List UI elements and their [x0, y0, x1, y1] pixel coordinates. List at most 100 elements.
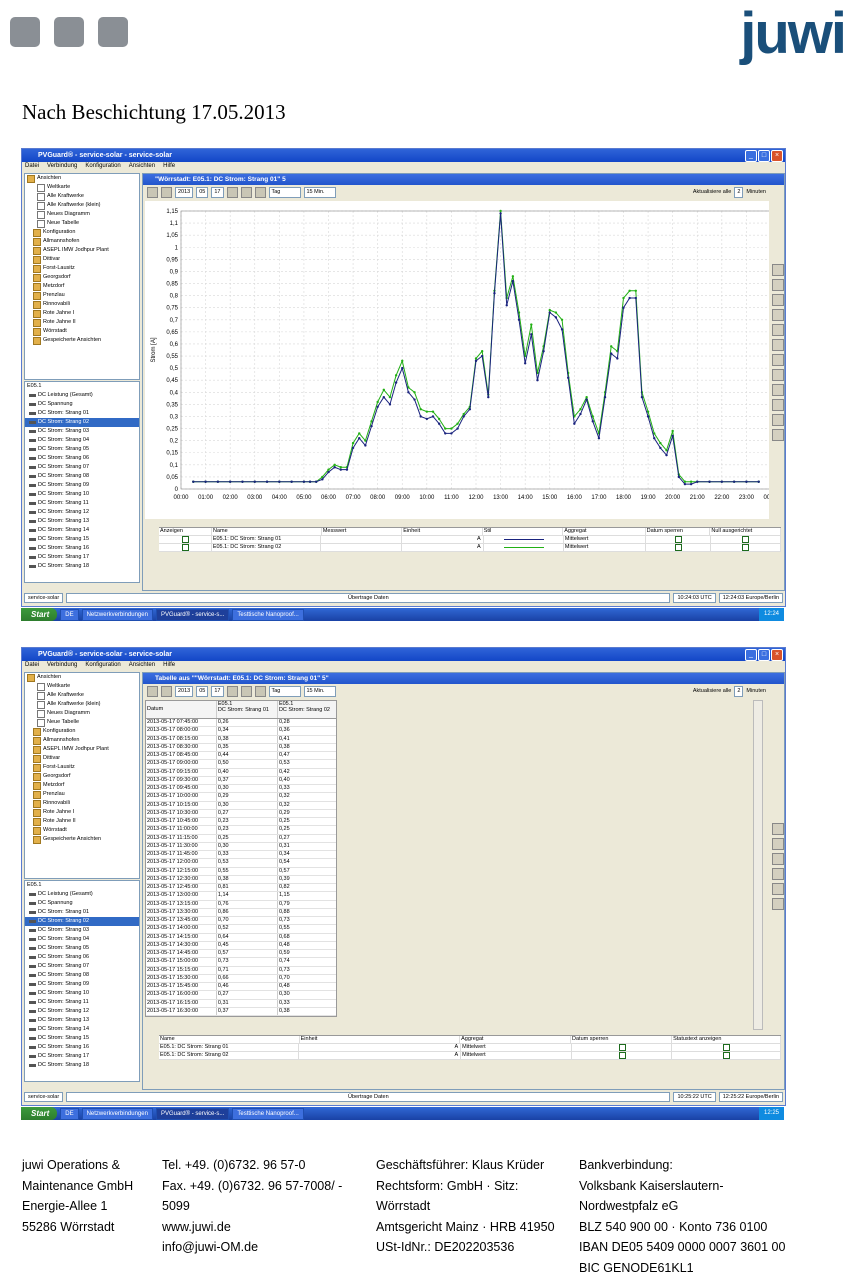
menu-verbindung[interactable]: Verbindung — [47, 162, 77, 171]
table-row[interactable]: 2013-05-17 11:45:00 0,33 0,34 — [146, 851, 336, 860]
tree-item[interactable]: ASEPL IMW Jodhpur Plant — [25, 745, 139, 754]
series-item[interactable]: DC Strom: Strang 07 — [25, 962, 139, 971]
tree-item[interactable]: Wörrstadt — [25, 826, 139, 835]
series-item[interactable]: DC Strom: Strang 01 — [25, 908, 139, 917]
tree-item[interactable]: Alle Kraftwerke (klein) — [25, 201, 139, 210]
tree-item[interactable]: Allmannshofen — [25, 736, 139, 745]
year-field[interactable]: 2013 — [175, 186, 194, 198]
footer-link[interactable]: info@juwi-OM.de — [162, 1237, 367, 1258]
menu-ansichten[interactable]: Ansichten — [129, 661, 155, 670]
series-item[interactable]: DC Strom: Strang 11 — [25, 998, 139, 1007]
calendar-icon[interactable] — [254, 685, 266, 697]
task-pvguard[interactable]: PVGuard® - service-s... — [155, 1107, 230, 1120]
start-button[interactable]: Start — [21, 1107, 58, 1120]
col-strang-02[interactable]: E05.1 DC Strom: Strang 02 — [278, 701, 336, 718]
table-row[interactable]: 2013-05-17 10:00:00 0,29 0,32 — [146, 793, 336, 802]
menu-verbindung[interactable]: Verbindung — [47, 661, 77, 670]
tree-item[interactable]: Rinnovabili — [25, 300, 139, 309]
tree-item[interactable]: Weltkarte — [25, 183, 139, 192]
zero-align-checkbox[interactable] — [742, 536, 750, 543]
status-text-checkbox[interactable] — [723, 1052, 731, 1059]
month-field[interactable]: 05 — [196, 685, 209, 697]
server-indicator[interactable]: service-solar — [24, 1092, 64, 1102]
table-row[interactable]: 2013-05-17 11:15:00 0,25 0,27 — [146, 834, 336, 843]
series-item[interactable]: DC Strom: Strang 16 — [25, 544, 139, 553]
series-item[interactable]: DC Strom: Strang 04 — [25, 935, 139, 944]
lock-date-checkbox[interactable] — [674, 544, 682, 551]
series-item[interactable]: DC Strom: Strang 09 — [25, 980, 139, 989]
series-item[interactable]: DC Strom: Strang 17 — [25, 1052, 139, 1061]
lock-date-checkbox[interactable] — [618, 1044, 626, 1051]
print-icon[interactable] — [161, 186, 172, 198]
series-item[interactable]: DC Strom: Strang 10 — [25, 989, 139, 998]
table-row[interactable]: 2013-05-17 15:45:00 0,46 0,48 — [146, 983, 336, 992]
print-icon[interactable] — [161, 685, 172, 697]
axis-icon[interactable] — [772, 369, 784, 381]
legend-row[interactable]: E05.1: DC Strom: Strang 02 A Mittelwert — [159, 544, 782, 552]
tree-item[interactable]: Weltkarte — [25, 682, 139, 691]
menu-konfiguration[interactable]: Konfiguration — [85, 162, 120, 171]
tree-item[interactable]: Rote Jahne II — [25, 817, 139, 826]
legend-row[interactable]: E05.1: DC Strom: Strang 02 A Mittelwert — [159, 1052, 781, 1060]
table-row[interactable]: 2013-05-17 12:30:00 0,38 0,39 — [146, 875, 336, 884]
menu-datei[interactable]: Datei — [25, 162, 39, 171]
export-icon[interactable] — [772, 339, 784, 351]
print-icon[interactable] — [772, 279, 784, 291]
tree-item[interactable]: Alle Kraftwerke — [25, 691, 139, 700]
check-icon[interactable] — [226, 186, 238, 198]
series-item[interactable]: DC Strom: Strang 16 — [25, 1043, 139, 1052]
tree-item[interactable]: Konfiguration — [25, 228, 139, 237]
save-icon[interactable] — [772, 823, 784, 835]
lock-date-checkbox[interactable] — [674, 536, 682, 543]
interval-select[interactable]: 15 Min. — [303, 186, 336, 198]
series-item[interactable]: DC Strom: Strang 13 — [25, 1016, 139, 1025]
series-item[interactable]: DC Strom: Strang 04 — [25, 436, 139, 445]
series-item[interactable]: DC Strom: Strang 06 — [25, 454, 139, 463]
task-network[interactable]: Netzwerkverbindungen — [81, 608, 153, 621]
copy-icon[interactable] — [772, 294, 784, 306]
check-icon[interactable] — [226, 685, 238, 697]
tree-item[interactable]: Dittivar — [25, 255, 139, 264]
tree-item[interactable]: Rote Jahne I — [25, 309, 139, 318]
series-item[interactable]: DC Strom: Strang 02 — [25, 917, 139, 926]
table-row[interactable]: 2013-05-17 14:15:00 0,64 0,68 — [146, 933, 336, 942]
tree-item[interactable]: Metzdorf — [25, 781, 139, 790]
table-row[interactable]: 2013-05-17 13:30:00 0,86 0,88 — [146, 908, 336, 917]
tree-item[interactable]: Ansichten — [25, 174, 139, 183]
col-datum[interactable]: Datum — [146, 701, 217, 718]
legend-row[interactable]: E05.1: DC Strom: Strang 01 A Mittelwert — [159, 1044, 781, 1052]
save-icon[interactable] — [772, 264, 784, 276]
table-row[interactable]: 2013-05-17 08:45:00 0,44 0,47 — [146, 752, 336, 761]
table-row[interactable]: 2013-05-17 11:30:00 0,30 0,31 — [146, 842, 336, 851]
series-item[interactable]: DC Strom: Strang 13 — [25, 517, 139, 526]
series-item[interactable]: DC Strom: Strang 14 — [25, 526, 139, 535]
series-item[interactable]: DC Spannung — [25, 400, 139, 409]
show-checkbox[interactable] — [181, 544, 189, 551]
table-row[interactable]: 2013-05-17 15:00:00 0,73 0,74 — [146, 958, 336, 967]
table-row[interactable]: 2013-05-17 16:00:00 0,27 0,30 — [146, 991, 336, 1000]
chart-icon[interactable] — [772, 354, 784, 366]
tree-item[interactable]: ASEPL IMW Jodhpur Plant — [25, 246, 139, 255]
maximize-button[interactable]: □ — [758, 150, 770, 162]
export-icon[interactable] — [772, 883, 784, 895]
tree-item[interactable]: Neues Diagramm — [25, 210, 139, 219]
tree-item[interactable]: Ansichten — [25, 673, 139, 682]
tree-item[interactable]: Gespeicherte Ansichten — [25, 336, 139, 345]
zero-align-checkbox[interactable] — [742, 544, 750, 551]
series-item[interactable]: DC Strom: Strang 12 — [25, 508, 139, 517]
table-row[interactable]: 2013-05-17 16:30:00 0,37 0,38 — [146, 1007, 336, 1016]
maximize-button[interactable]: □ — [758, 649, 770, 661]
col-strang-01[interactable]: E05.1 DC Strom: Strang 01 — [217, 701, 278, 718]
table-row[interactable]: 2013-05-17 16:15:00 0,31 0,33 — [146, 999, 336, 1008]
zoom-in-icon[interactable] — [772, 399, 784, 411]
tree-item[interactable]: Neue Tabelle — [25, 219, 139, 228]
tree-item[interactable]: Alle Kraftwerke — [25, 192, 139, 201]
series-item[interactable]: DC Leistung (Gesamt) — [25, 391, 139, 400]
language-indicator[interactable]: DE — [60, 1107, 79, 1120]
series-item[interactable]: DC Strom: Strang 08 — [25, 472, 139, 481]
series-item[interactable]: DC Strom: Strang 05 — [25, 445, 139, 454]
day-field[interactable]: 17 — [211, 186, 224, 198]
footer-link[interactable]: www.juwi.de — [162, 1217, 367, 1238]
language-indicator[interactable]: DE — [60, 608, 79, 621]
table-row[interactable]: 2013-05-17 10:45:00 0,23 0,25 — [146, 818, 336, 827]
